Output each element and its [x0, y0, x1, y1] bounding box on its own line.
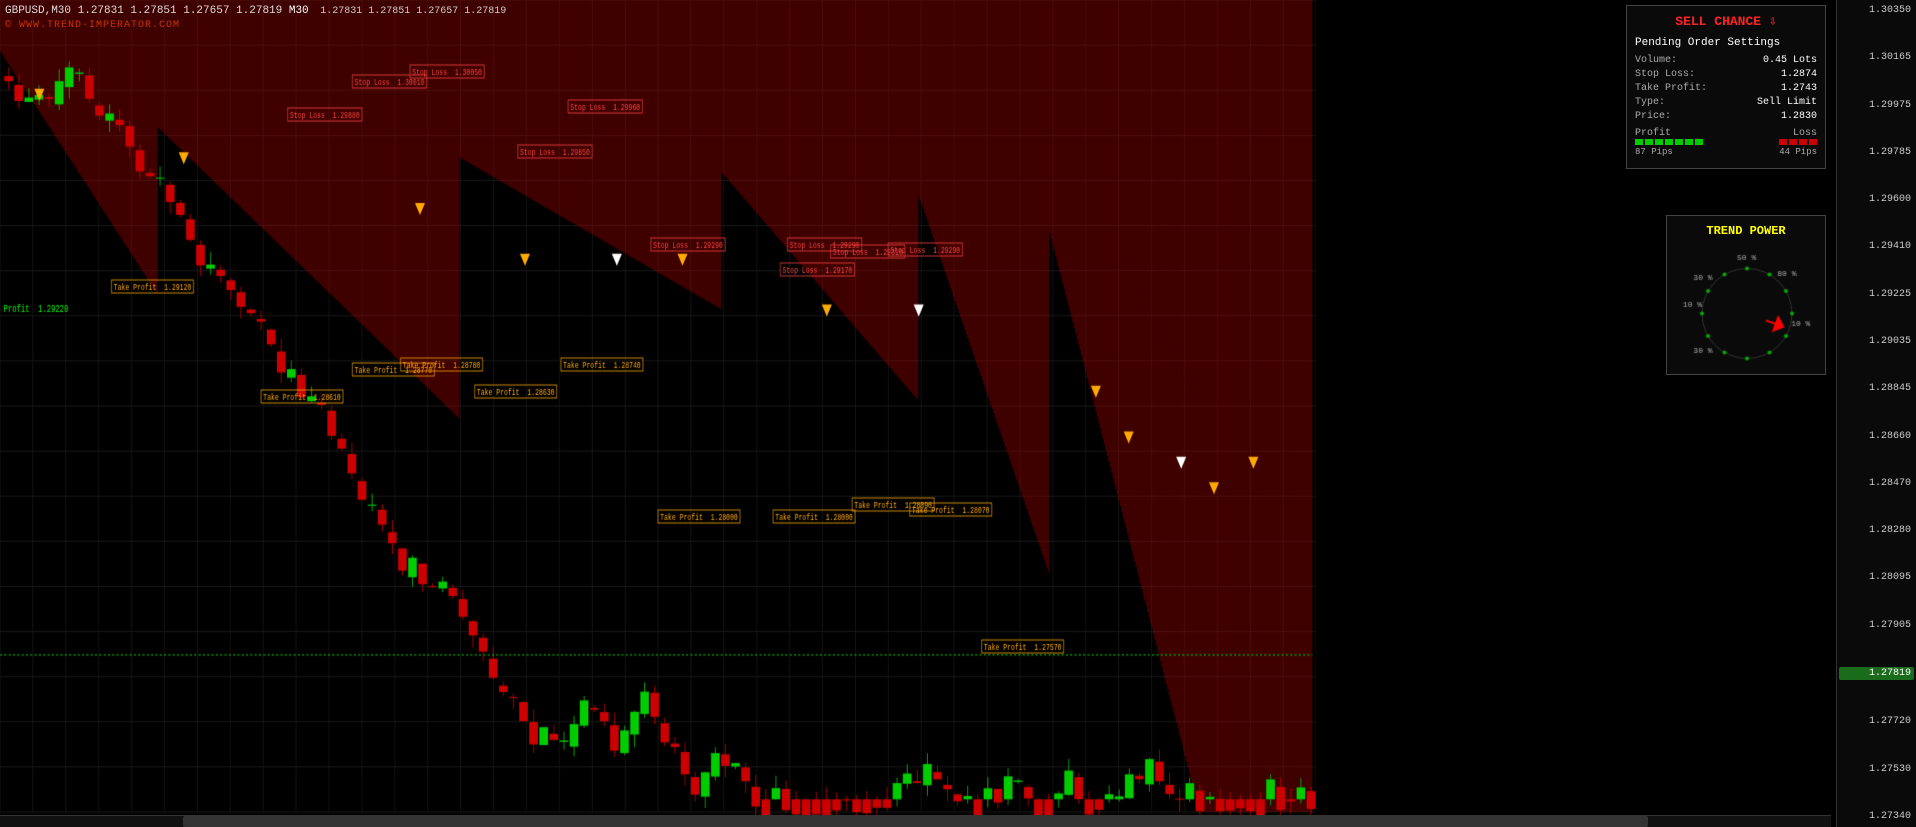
chart-scrollbar[interactable] [0, 815, 1831, 827]
price-tick-3: 1.29785 [1839, 147, 1914, 158]
profit-loss-bar: Profit 87 Pips Loss [1635, 128, 1817, 157]
sell-panel: SELL CHANCE ⇩ Pending Order Settings Vol… [1626, 5, 1826, 169]
green-dot-7 [1695, 139, 1703, 145]
volume-label: Volume: [1635, 55, 1677, 66]
price-tick-12: 1.28095 [1839, 572, 1914, 583]
green-dot-5 [1675, 139, 1683, 145]
red-dot-1 [1779, 139, 1787, 145]
green-dot-2 [1645, 139, 1653, 145]
stoploss-value: 1.2874 [1781, 69, 1817, 80]
price-tick-5: 1.29410 [1839, 241, 1914, 252]
price-tick-10: 1.28470 [1839, 478, 1914, 489]
timeframe-info: M30 [289, 5, 309, 17]
price-tick-0: 1.30350 [1839, 5, 1914, 16]
type-label: Type: [1635, 97, 1665, 108]
takeprofit-label: Take Profit: [1635, 83, 1707, 94]
top-bar: GBPUSD,M30 1.27831 1.27851 1.27657 1.278… [5, 5, 506, 17]
stoploss-row: Stop Loss: 1.2874 [1635, 69, 1817, 80]
chart-container: GBPUSD,M30 1.27831 1.27851 1.27657 1.278… [0, 0, 1916, 827]
trend-title: TREND POWER [1675, 224, 1817, 238]
red-dot-3 [1799, 139, 1807, 145]
price-scale: 1.30350 1.30165 1.29975 1.29785 1.29600 1.294… [1836, 0, 1916, 827]
red-bar [1779, 139, 1817, 145]
type-row: Type: Sell Limit [1635, 97, 1817, 108]
price-tick-17: 1.27340 [1839, 811, 1914, 822]
price-tick-11: 1.28280 [1839, 525, 1914, 536]
price-tick-1: 1.30165 [1839, 52, 1914, 63]
price-tick-16: 1.27530 [1839, 764, 1914, 775]
takeprofit-row: Take Profit: 1.2743 [1635, 83, 1817, 94]
loss-bar-label: Loss [1793, 128, 1817, 139]
volume-value: 0.45 Lots [1763, 55, 1817, 66]
type-value: Sell Limit [1757, 97, 1817, 108]
price-label: Price: [1635, 111, 1671, 122]
takeprofit-value: 1.2743 [1781, 83, 1817, 94]
watermark: © WWW.TREND-IMPERATOR.COM [5, 20, 180, 31]
trend-panel: TREND POWER [1666, 215, 1826, 375]
green-dot-3 [1655, 139, 1663, 145]
price-tick-7: 1.29035 [1839, 336, 1914, 347]
red-dot-2 [1789, 139, 1797, 145]
green-bar [1635, 139, 1703, 145]
price-value: 1.2830 [1781, 111, 1817, 122]
price-tick-4: 1.29600 [1839, 194, 1914, 205]
scrollbar-thumb[interactable] [183, 816, 1648, 827]
profit-pips: 87 Pips [1635, 147, 1673, 157]
price-tick-2: 1.29975 [1839, 100, 1914, 111]
loss-pips: 44 Pips [1779, 147, 1817, 157]
price-chart [0, 0, 1316, 827]
loss-section: Loss 44 Pips [1779, 128, 1817, 157]
stoploss-label: Stop Loss: [1635, 69, 1695, 80]
price-tick-13: 1.27905 [1839, 620, 1914, 631]
price-tick-14: 1.27819 [1839, 667, 1914, 680]
price-tick-8: 1.28845 [1839, 383, 1914, 394]
trend-gauge [1675, 246, 1819, 361]
price-tick-9: 1.28660 [1839, 431, 1914, 442]
volume-row: Volume: 0.45 Lots [1635, 55, 1817, 66]
sell-title: SELL CHANCE ⇩ [1635, 14, 1817, 29]
green-dot-4 [1665, 139, 1673, 145]
ohlc-info: 1.27831 1.27851 1.27657 1.27819 [320, 6, 506, 17]
symbol-info: GBPUSD,M30 1.27831 1.27851 1.27657 1.278… [5, 5, 282, 17]
profit-bar-label: Profit [1635, 128, 1671, 139]
profit-section: Profit 87 Pips [1635, 128, 1703, 157]
green-dot-1 [1635, 139, 1643, 145]
red-dot-4 [1809, 139, 1817, 145]
price-row: Price: 1.2830 [1635, 111, 1817, 122]
green-dot-6 [1685, 139, 1693, 145]
pending-title: Pending Order Settings [1635, 37, 1817, 49]
price-tick-15: 1.27720 [1839, 716, 1914, 727]
price-tick-6: 1.29225 [1839, 289, 1914, 300]
